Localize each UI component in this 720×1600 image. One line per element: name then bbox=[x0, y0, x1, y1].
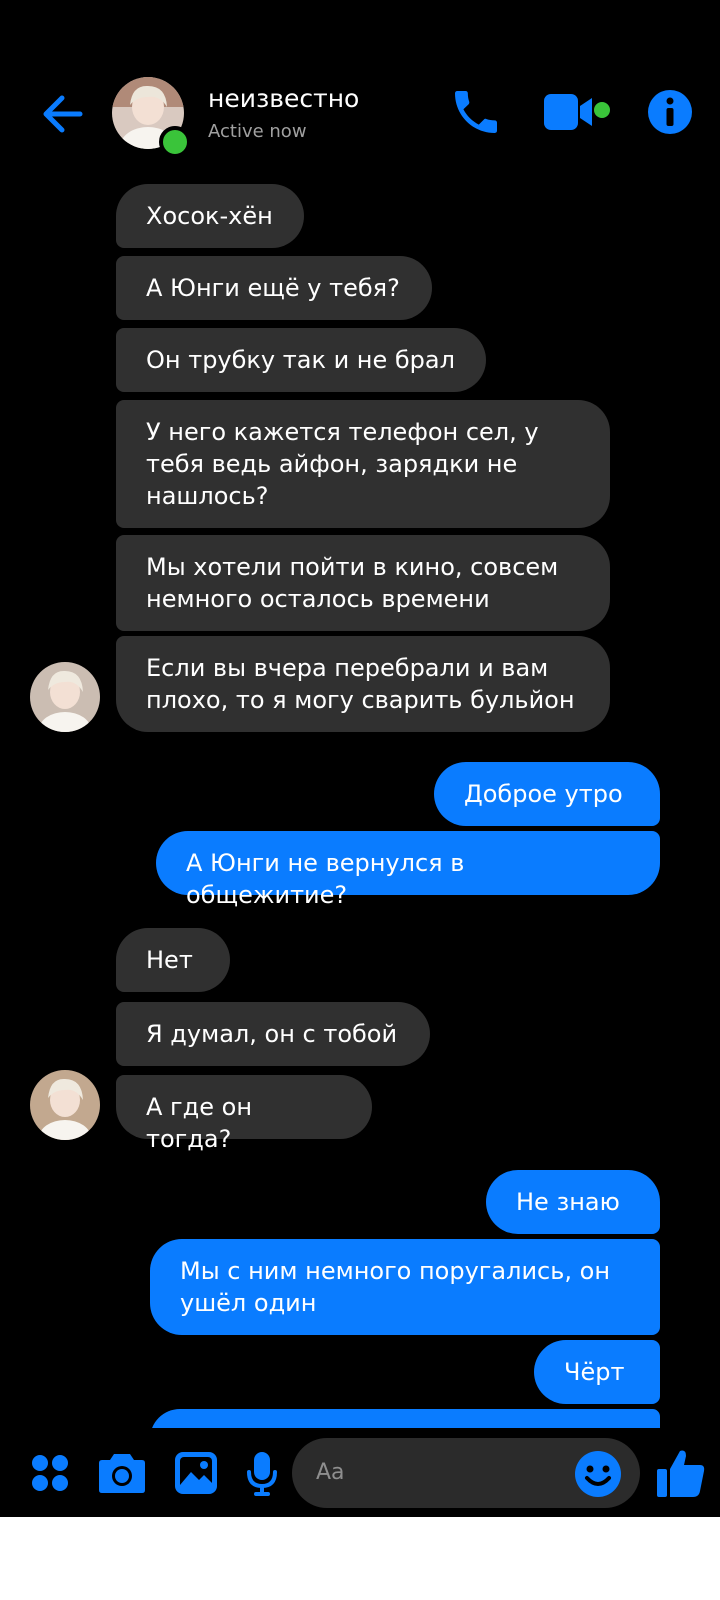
thumbs-up-icon bbox=[657, 1450, 705, 1497]
message-bubble-incoming[interactable]: Если вы вчера перебрали и вам плохо, то … bbox=[116, 636, 610, 732]
back-button[interactable] bbox=[36, 86, 92, 142]
info-button[interactable] bbox=[644, 86, 696, 138]
camera-button[interactable] bbox=[98, 1452, 146, 1494]
message-bubble-incoming[interactable]: Хосок-хён bbox=[116, 184, 304, 248]
emoji-icon bbox=[575, 1451, 621, 1497]
phone-icon bbox=[455, 91, 497, 133]
chat-screen: неизвестно Active now Хосок-хён А Юнги е… bbox=[0, 0, 720, 1517]
camera-icon bbox=[99, 1454, 145, 1493]
message-bubble-outgoing[interactable]: Мы с ним немного поругались, он ушёл оди… bbox=[150, 1239, 660, 1335]
message-bubble-outgoing[interactable]: А Юнги не вернулся в общежитие? bbox=[156, 831, 660, 909]
message-input-placeholder: Aa bbox=[316, 1460, 345, 1485]
message-bubble-outgoing[interactable]: Чёрт bbox=[534, 1340, 660, 1404]
message-bubble-outgoing[interactable]: Не знаю bbox=[486, 1170, 660, 1234]
message-bubble-incoming[interactable]: А Юнги ещё у тебя? bbox=[116, 256, 432, 320]
message-bubble-incoming[interactable]: Мы хотели пойти в кино, совсем немного о… bbox=[116, 535, 610, 631]
video-camera-icon bbox=[544, 94, 610, 130]
gallery-icon bbox=[175, 1452, 217, 1494]
message-bubble-incoming[interactable]: Я думал, он с тобой bbox=[116, 1002, 430, 1066]
apps-icon bbox=[32, 1455, 68, 1491]
like-button[interactable] bbox=[656, 1447, 706, 1499]
contact-status: Active now bbox=[208, 121, 307, 142]
sender-avatar[interactable] bbox=[30, 1070, 100, 1140]
video-call-button[interactable] bbox=[544, 90, 624, 134]
message-bubble-incoming[interactable]: Он трубку так и не брал bbox=[116, 328, 486, 392]
back-arrow-icon bbox=[43, 95, 83, 133]
message-bubble-incoming[interactable]: А где он тогда? bbox=[116, 1075, 372, 1153]
message-bubble-incoming[interactable]: Нет bbox=[116, 928, 230, 992]
navigation-area bbox=[0, 1517, 720, 1600]
info-icon bbox=[648, 90, 692, 134]
gallery-button[interactable] bbox=[174, 1451, 218, 1495]
online-indicator bbox=[159, 126, 191, 158]
message-bubble-incoming[interactable]: У него кажется телефон сел, у тебя ведь … bbox=[116, 400, 610, 528]
emoji-button[interactable] bbox=[574, 1450, 622, 1498]
message-bubble-outgoing[interactable]: Доброе утро bbox=[434, 762, 660, 826]
voice-message-button[interactable] bbox=[246, 1450, 278, 1498]
contact-name[interactable]: неизвестно bbox=[208, 84, 359, 113]
microphone-icon bbox=[247, 1452, 277, 1496]
sender-avatar[interactable] bbox=[30, 662, 100, 732]
more-actions-button[interactable] bbox=[30, 1453, 70, 1493]
voice-call-button[interactable] bbox=[448, 84, 504, 140]
